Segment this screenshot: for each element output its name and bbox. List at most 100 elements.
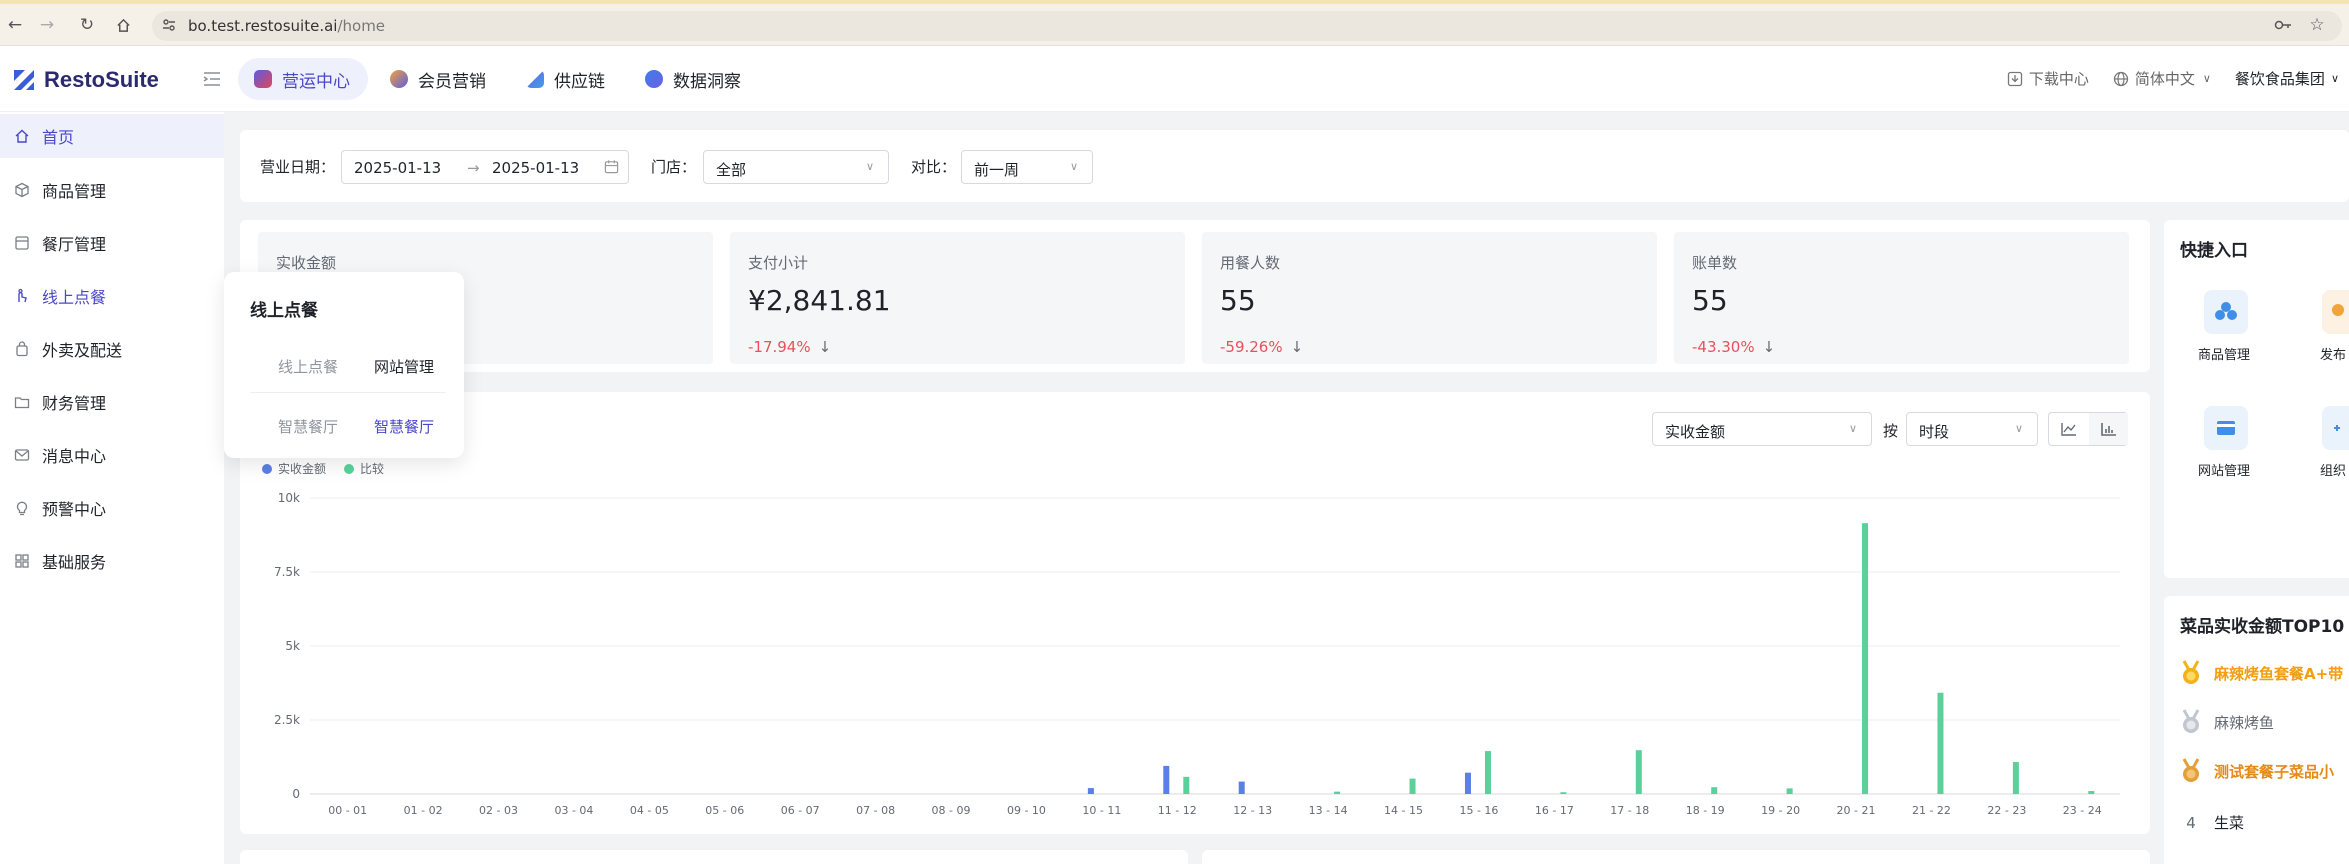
x-tick-label: 12 - 13 <box>1233 804 1272 817</box>
flyout-item-online-ordering[interactable]: 线上点餐 <box>278 356 338 377</box>
sidebar-item-home[interactable]: 首页 <box>0 114 224 158</box>
flyout-item-smart-restaurant[interactable]: 智慧餐厅 <box>278 416 338 437</box>
flyout-item-smart-restaurant-active[interactable]: 智慧餐厅 <box>374 416 434 437</box>
org-icon[interactable] <box>2322 406 2349 450</box>
folder-icon <box>14 394 30 410</box>
language-label: 简体中文 <box>2134 70 2195 88</box>
org-switcher[interactable]: 餐饮食品集团 ∨ <box>2235 68 2339 89</box>
bar-compare <box>1409 778 1416 794</box>
flyout-divider <box>250 392 446 393</box>
bar-compare <box>1183 776 1190 794</box>
date-start: 2025-01-13 <box>354 159 442 177</box>
bar-compare <box>1334 791 1341 794</box>
store-select[interactable]: 全部 ∨ <box>703 150 889 184</box>
bag-icon <box>14 341 30 357</box>
top10-item-name: 测试套餐子菜品小 <box>2214 762 2335 781</box>
sidebar-item-finance[interactable]: 财务管理 <box>0 380 224 424</box>
sidebar-collapse-icon[interactable] <box>202 70 222 88</box>
kpi-change: -17.94% <box>748 338 811 356</box>
topnav-supply-chain[interactable]: 供应链 <box>510 58 623 100</box>
back-icon[interactable]: ← <box>2 12 28 38</box>
card-icon[interactable] <box>2204 406 2248 450</box>
top10-item-name: 生菜 <box>2214 814 2245 832</box>
sidebar-item-messages[interactable]: 消息中心 <box>0 433 224 477</box>
sidebar-item-restaurants[interactable]: 餐厅管理 <box>0 221 224 265</box>
sidebar-item-basic-services[interactable]: 基础服务 <box>0 539 224 583</box>
compare-select[interactable]: 前一周 ∨ <box>961 150 1093 184</box>
kpi-card-diners[interactable]: 用餐人数 55 -59.26% ↓ <box>1202 232 1657 364</box>
gold-medal-icon <box>2182 660 2200 684</box>
address-bar[interactable] <box>152 11 2342 41</box>
topnav-data-insights[interactable]: 数据洞察 <box>629 58 759 100</box>
home-icon[interactable] <box>110 12 136 38</box>
flyout-item-website-management[interactable]: 网站管理 <box>374 356 434 377</box>
download-center-button[interactable]: 下载中心 <box>2007 68 2089 89</box>
store-value: 全部 <box>716 161 747 179</box>
x-tick-label: 19 - 20 <box>1761 804 1800 817</box>
x-tick-label: 13 - 14 <box>1309 804 1348 817</box>
x-tick-label: 16 - 17 <box>1535 804 1574 817</box>
sidebar-item-products[interactable]: 商品管理 <box>0 168 224 212</box>
language-switcher[interactable]: 简体中文 ∨ <box>2113 68 2211 89</box>
logo[interactable]: RestoSuite <box>12 67 159 93</box>
sidebar-item-alerts[interactable]: 预警中心 <box>0 486 224 530</box>
top10-row[interactable]: 麻辣烤鱼套餐A+带 <box>2180 660 2343 686</box>
quick-entry-label[interactable]: 组织 <box>2320 460 2346 479</box>
top10-row[interactable]: 麻辣烤鱼 <box>2180 709 2274 735</box>
bookmark-star-icon[interactable]: ☆ <box>2304 12 2330 38</box>
y-tick-label: 5k <box>285 639 300 653</box>
topnav-operations[interactable]: 营运中心 <box>238 58 368 100</box>
sidebar-item-online-ordering[interactable]: 线上点餐 <box>0 274 224 318</box>
top-navigation: 营运中心 会员营销 供应链 数据洞察 <box>238 58 765 100</box>
date-range-picker[interactable]: 2025-01-13 → 2025-01-13 <box>341 150 629 184</box>
sidebar-item-delivery[interactable]: 外卖及配送 <box>0 327 224 371</box>
chart-panel: 实收金额 ∨ 按 时段 ∨ 实收金额 比较 0 2.5k 5k 7.5k 10k 00 -… <box>240 392 2150 834</box>
sidebar-item-label: 首页 <box>42 128 75 147</box>
supply-chain-icon <box>526 70 544 88</box>
bar-revenue <box>1163 765 1170 794</box>
quick-entry-label[interactable]: 发布 <box>2320 344 2346 363</box>
bulb-icon <box>14 500 30 516</box>
sidebar-item-label: 财务管理 <box>42 394 107 413</box>
topnav-label: 供应链 <box>554 71 605 92</box>
forward-icon[interactable]: → <box>34 12 60 38</box>
kpi-value: ¥2,841.81 <box>748 284 891 317</box>
x-tick-label: 09 - 10 <box>1007 804 1046 817</box>
quick-entry-label[interactable]: 网站管理 <box>2198 460 2250 479</box>
topnav-member-marketing[interactable]: 会员营销 <box>374 58 504 100</box>
site-settings-icon[interactable] <box>158 14 180 36</box>
x-tick-label: 02 - 03 <box>479 804 518 817</box>
x-tick-label: 03 - 04 <box>554 804 593 817</box>
password-key-icon[interactable] <box>2270 12 2296 38</box>
y-tick-label: 10k <box>278 491 300 505</box>
chevron-down-icon: ∨ <box>1070 160 1079 173</box>
operations-icon <box>254 70 272 88</box>
flyout-title: 线上点餐 <box>250 301 318 321</box>
bar-compare <box>1937 692 1944 794</box>
quick-entry-title: 快捷入口 <box>2180 241 2248 261</box>
chevron-down-icon: ∨ <box>866 160 875 173</box>
top10-item-name: 麻辣烤鱼套餐A+带 <box>2214 664 2344 683</box>
x-tick-label: 14 - 15 <box>1384 804 1423 817</box>
top10-row[interactable]: 测试套餐子菜品小 <box>2180 758 2334 784</box>
restosuite-logo-icon <box>14 70 34 90</box>
y-tick-label: 7.5k <box>274 565 300 579</box>
filter-bar: 营业日期： 2025-01-13 → 2025-01-13 门店： 全部 ∨ 对… <box>240 130 2349 202</box>
x-tick-label: 06 - 07 <box>781 804 820 817</box>
kpi-card-payment-subtotal[interactable]: 支付小计 ¥2,841.81 -17.94% ↓ <box>730 232 1185 364</box>
kpi-label: 用餐人数 <box>1220 254 1281 272</box>
x-tick-label: 08 - 09 <box>932 804 971 817</box>
sidebar-item-label: 餐厅管理 <box>42 235 107 254</box>
store-icon <box>14 235 30 251</box>
kpi-card-bills[interactable]: 账单数 55 -43.30% ↓ <box>1674 232 2129 364</box>
reload-icon[interactable]: ↻ <box>74 12 100 38</box>
sidebar-item-label: 线上点餐 <box>42 288 107 307</box>
kpi-change-row: -17.94% ↓ <box>748 338 831 356</box>
cubes-icon[interactable] <box>2204 290 2248 334</box>
bar-compare <box>1560 792 1567 794</box>
release-icon[interactable] <box>2322 290 2349 334</box>
x-tick-label: 04 - 05 <box>630 804 669 817</box>
calendar-icon <box>604 159 619 178</box>
quick-entry-label[interactable]: 商品管理 <box>2198 344 2250 363</box>
top10-row[interactable]: 4 生菜 <box>2180 812 2244 833</box>
